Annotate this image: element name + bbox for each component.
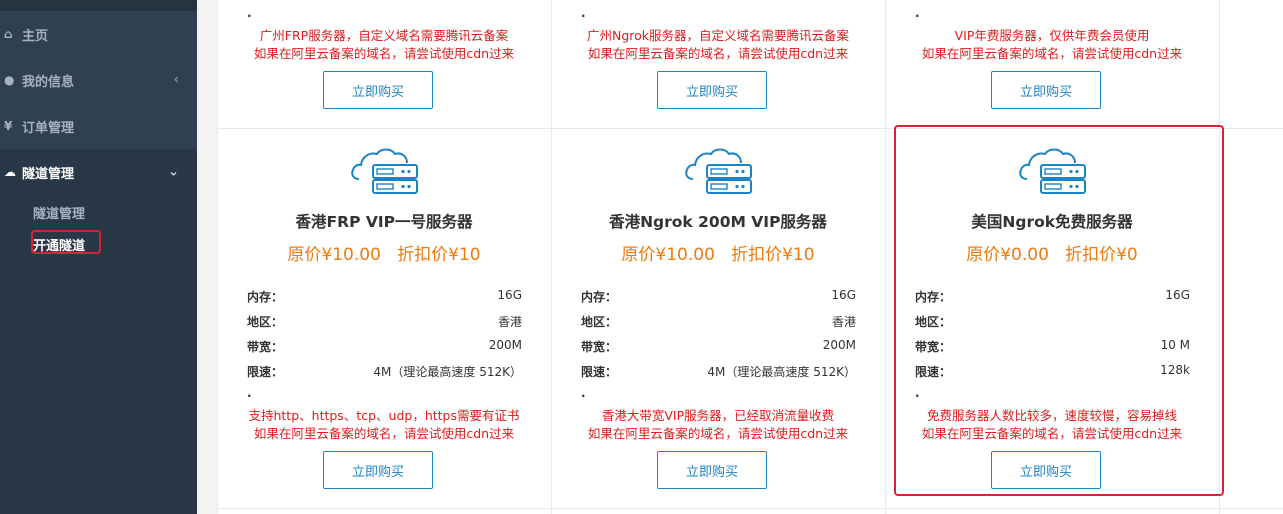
bullet-dot: .: [581, 6, 586, 20]
plan-note: 广州Ngrok服务器，自定义域名需要腾讯云备案: [586, 28, 850, 43]
buy-now-button[interactable]: 立即购买: [323, 71, 433, 109]
sidebar-item-orders[interactable]: ¥ 订单管理: [0, 103, 197, 149]
sidebar-item-home[interactable]: ⌂ 主页: [0, 11, 197, 57]
highlight-annotation-box: [894, 125, 1224, 496]
cloud-server-icon: [351, 148, 418, 194]
plan-note: 如果在阿里云备案的域名，请尝试使用cdn过来: [587, 46, 849, 61]
cloud-server-icon: [685, 148, 752, 194]
buy-now-button[interactable]: 立即购买: [991, 71, 1101, 109]
plan-card-partial: . 广州Ngrok服务器，自定义域名需要腾讯云备案 如果在阿里云备案的域名，请尝…: [551, 0, 885, 128]
plan-note: VIP年费服务器，仅供年费会员使用: [954, 28, 1150, 43]
spec-key: 内存：: [247, 290, 284, 304]
plan-card-partial: . 广州FRP服务器，自定义域名需要腾讯云备案 如果在阿里云备案的域名，请尝试使…: [217, 0, 551, 128]
spec-row-memory: 内存： 16G: [247, 288, 522, 308]
plan-card: 香港Ngrok 200M VIP服务器 原价¥10.00 折扣价¥10 内存： 1…: [551, 128, 885, 508]
sidebar-item-label: 订单管理: [22, 120, 75, 136]
spec-key: 地区：: [247, 315, 284, 329]
chevron-down-icon: ⌄: [168, 164, 179, 180]
plan-note: 广州FRP服务器，自定义域名需要腾讯云备案: [259, 28, 509, 43]
bullet-dot: .: [915, 6, 920, 20]
spec-row-speed-limit: 限速： 4M（理论最高速度 512K）: [581, 363, 856, 383]
spec-value: 200M: [488, 338, 522, 352]
spec-row-region: 地区： 香港: [581, 313, 856, 333]
spec-key: 带宽：: [247, 340, 284, 354]
plan-title: 香港Ngrok 200M VIP服务器: [609, 213, 827, 231]
spec-value: 4M（理论最高速度 512K）: [373, 365, 522, 379]
yen-icon: ¥: [4, 119, 13, 133]
plan-card: 香港FRP VIP一号服务器 原价¥10.00 折扣价¥10 内存： 16G 地区…: [217, 128, 551, 508]
sidebar-item-label: 隧道管理: [22, 166, 75, 182]
sidebar-item-tunnel-management[interactable]: ☁ 隧道管理 ⌄: [0, 149, 197, 195]
plan-note: 如果在阿里云备案的域名，请尝试使用cdn过来: [587, 426, 849, 441]
sidebar-item-label: 主页: [22, 28, 49, 44]
chevron-left-icon: ‹: [173, 72, 179, 88]
grid-divider: [217, 508, 1283, 509]
spec-key: 内存：: [581, 290, 618, 304]
spec-row-speed-limit: 限速： 4M（理论最高速度 512K）: [247, 363, 522, 383]
plan-price: 原价¥10.00 折扣价¥10: [287, 245, 481, 265]
plan-note: 如果在阿里云备案的域名，请尝试使用cdn过来: [253, 46, 515, 61]
spec-value: 香港: [831, 315, 856, 329]
plan-note: 如果在阿里云备案的域名，请尝试使用cdn过来: [921, 46, 1183, 61]
plan-title: 香港FRP VIP一号服务器: [295, 213, 473, 231]
bullet-dot: .: [247, 6, 252, 20]
spec-row-bandwidth: 带宽： 200M: [247, 338, 522, 358]
sidebar-top-strip: [0, 0, 197, 11]
cloud-icon: ☁: [4, 165, 16, 179]
bullet-dot: .: [581, 386, 586, 400]
spec-key: 地区：: [581, 315, 618, 329]
spec-value: 香港: [497, 315, 522, 329]
user-icon: ●: [4, 73, 15, 87]
main-content: . 广州FRP服务器，自定义域名需要腾讯云备案 如果在阿里云备案的域名，请尝试使…: [197, 0, 1283, 514]
spec-value: 200M: [822, 338, 856, 352]
plan-note: 支持http、https、tcp、udp，https需要有证书: [248, 408, 520, 423]
buy-now-button[interactable]: 立即购买: [657, 71, 767, 109]
sidebar-item-my-info[interactable]: ● 我的信息 ‹: [0, 57, 197, 103]
plan-card-partial: . VIP年费服务器，仅供年费会员使用 如果在阿里云备案的域名，请尝试使用cdn…: [885, 0, 1219, 128]
submenu-item-tunnel-management[interactable]: 隧道管理: [33, 203, 85, 222]
spec-value: 4M（理论最高速度 512K）: [707, 365, 856, 379]
spec-value: 16G: [497, 288, 522, 302]
highlight-annotation-box: [31, 230, 101, 254]
buy-now-button[interactable]: 立即购买: [657, 451, 767, 489]
plan-note: 香港大带宽VIP服务器，已经取消流量收费: [601, 408, 835, 423]
plan-price: 原价¥10.00 折扣价¥10: [621, 245, 815, 265]
bullet-dot: .: [247, 386, 252, 400]
spec-key: 带宽：: [581, 340, 618, 354]
spec-key: 限速：: [247, 365, 284, 379]
spec-value: 16G: [831, 288, 856, 302]
spec-row-memory: 内存： 16G: [581, 288, 856, 308]
spec-key: 限速：: [581, 365, 618, 379]
home-icon: ⌂: [4, 27, 13, 41]
spec-row-bandwidth: 带宽： 200M: [581, 338, 856, 358]
buy-now-button[interactable]: 立即购买: [323, 451, 433, 489]
spec-row-region: 地区： 香港: [247, 313, 522, 333]
plan-note: 如果在阿里云备案的域名，请尝试使用cdn过来: [253, 426, 515, 441]
sidebar: ⌂ 主页 ● 我的信息 ‹ ¥ 订单管理 ☁ 隧道管理 ⌄ 隧道管理 开通隧道: [0, 0, 197, 514]
content-gutter: [197, 0, 217, 514]
sidebar-item-label: 我的信息: [22, 74, 75, 90]
